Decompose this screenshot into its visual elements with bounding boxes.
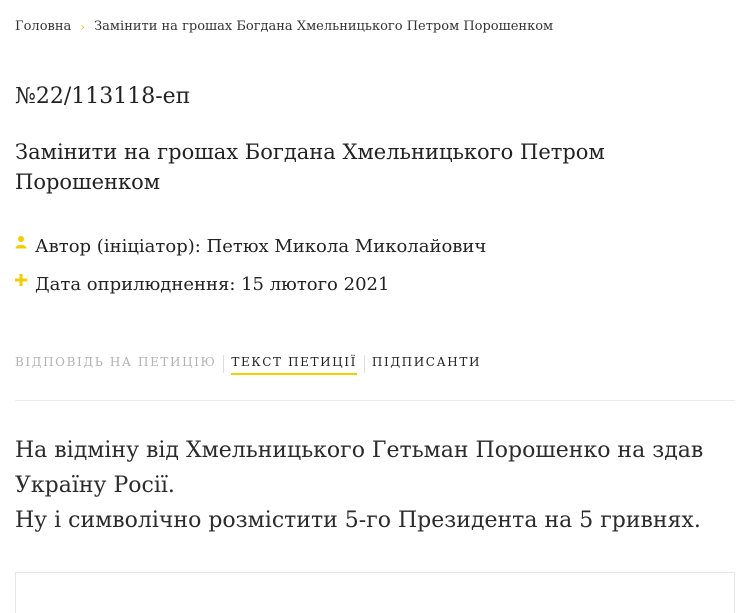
- divider: [15, 400, 735, 401]
- author-text: Автор (ініціатор): Петюх Микола Миколайо…: [35, 236, 487, 257]
- tab-answer[interactable]: Відповідь на петицію: [15, 355, 216, 373]
- petition-paragraph: Ну і символічно розмістити 5-го Президен…: [15, 508, 701, 533]
- plus-icon: [15, 271, 27, 286]
- date-text: Дата оприлюднення: 15 лютого 2021: [35, 274, 390, 295]
- petition-body: На відміну від Хмельницького Гетьман Пор…: [15, 433, 715, 538]
- chevron-right-icon: ›: [80, 19, 86, 34]
- petition-tabs: Відповідь на петицію Текст петиції Підпи…: [15, 355, 481, 375]
- breadcrumb: Головна › Замінити на грошах Богдана Хме…: [15, 19, 553, 34]
- petition-paragraph: На відміну від Хмельницького Гетьман Пор…: [15, 438, 704, 498]
- petition-number: №22/113118-еп: [15, 84, 191, 109]
- breadcrumb-current-link[interactable]: Замінити на грошах Богдана Хмельницького…: [94, 19, 553, 34]
- breadcrumb-home-link[interactable]: Головна: [15, 19, 71, 34]
- tab-signatories[interactable]: Підписанти: [372, 355, 481, 373]
- petition-title: Замінити на грошах Богдана Хмельницького…: [15, 140, 605, 194]
- tab-divider: [223, 355, 225, 373]
- tab-petition-text[interactable]: Текст петиції: [231, 355, 357, 375]
- tab-divider: [363, 355, 365, 373]
- signature-card: [15, 572, 735, 613]
- user-icon: [15, 233, 27, 249]
